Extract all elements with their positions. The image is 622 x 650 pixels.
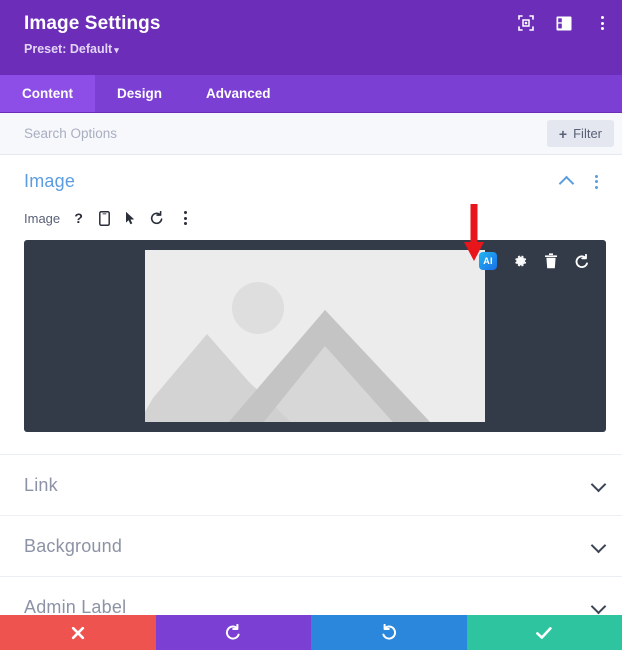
chevron-down-icon[interactable]	[592, 539, 606, 553]
tab-advanced[interactable]: Advanced	[184, 75, 293, 112]
dot	[183, 222, 187, 225]
layout-icon[interactable]	[554, 13, 574, 33]
responsive-icon[interactable]	[97, 210, 112, 226]
dot	[183, 211, 187, 214]
dot	[594, 185, 598, 189]
dot	[600, 27, 604, 30]
help-icon[interactable]: ?	[71, 210, 86, 226]
tab-design[interactable]: Design	[95, 75, 184, 112]
undo-icon	[226, 624, 240, 640]
tab-content[interactable]: Content	[0, 75, 95, 112]
image-field-label-row: Image ?	[24, 208, 606, 228]
bottom-action-bar	[0, 615, 622, 650]
check-icon	[536, 626, 552, 639]
image-field-label: Image	[24, 210, 61, 226]
dot	[600, 21, 604, 25]
preset-selector[interactable]: Preset: Default ▾	[24, 41, 606, 58]
filter-button[interactable]: + Filter	[546, 120, 614, 147]
preset-label: Preset: Default	[24, 42, 113, 56]
chevron-down-icon[interactable]	[592, 600, 606, 614]
dot	[600, 16, 604, 19]
image-placeholder-thumbnail	[145, 250, 485, 422]
search-bar: + Filter	[0, 113, 622, 155]
section-background[interactable]: Background	[0, 516, 622, 577]
section-more-options-icon[interactable]	[586, 172, 606, 192]
redo-button[interactable]	[311, 615, 467, 650]
section-link[interactable]: Link	[0, 455, 622, 516]
tab-bar: Content Design Advanced	[0, 75, 622, 113]
hover-cursor-icon[interactable]	[123, 211, 138, 226]
dot	[183, 216, 187, 220]
search-input-wrapper	[24, 113, 547, 154]
chevron-down-icon[interactable]	[592, 478, 606, 492]
chevron-up-icon[interactable]	[560, 175, 574, 189]
cancel-button[interactable]	[0, 615, 156, 650]
redo-icon	[382, 624, 396, 640]
section-image-header: Image	[24, 171, 606, 192]
undo-icon[interactable]	[573, 253, 590, 270]
section-image-controls	[560, 172, 606, 192]
plus-icon: +	[558, 125, 568, 142]
panel-header: Image Settings Preset: Default ▾	[0, 0, 622, 75]
section-image-title: Image	[24, 171, 76, 191]
image-preview-toolbar: AI	[479, 252, 590, 270]
dot	[594, 180, 598, 183]
header-icon-group	[516, 13, 612, 33]
close-icon	[71, 626, 84, 639]
undo-button[interactable]	[155, 615, 311, 650]
dot	[594, 174, 598, 178]
section-image: Image Image ? AI	[0, 155, 622, 455]
filter-button-label: Filter	[573, 126, 602, 141]
save-button[interactable]	[466, 615, 622, 650]
ai-badge[interactable]: AI	[479, 252, 497, 270]
trash-icon[interactable]	[542, 253, 559, 270]
reset-icon[interactable]	[149, 211, 164, 226]
focus-icon[interactable]	[516, 13, 536, 33]
more-options-icon[interactable]	[592, 13, 612, 33]
section-link-title: Link	[24, 474, 58, 495]
field-more-options-icon[interactable]	[175, 208, 195, 228]
chevron-down-icon: ▾	[114, 45, 119, 55]
settings-gear-icon[interactable]	[511, 253, 528, 270]
search-input[interactable]	[24, 113, 547, 154]
section-background-title: Background	[24, 535, 123, 556]
image-settings-panel: Image Settings Preset: Default ▾ Content…	[0, 0, 622, 650]
image-preview[interactable]: AI	[24, 240, 606, 432]
settings-body: Image Image ? AI Link Background Admin L…	[0, 155, 622, 650]
